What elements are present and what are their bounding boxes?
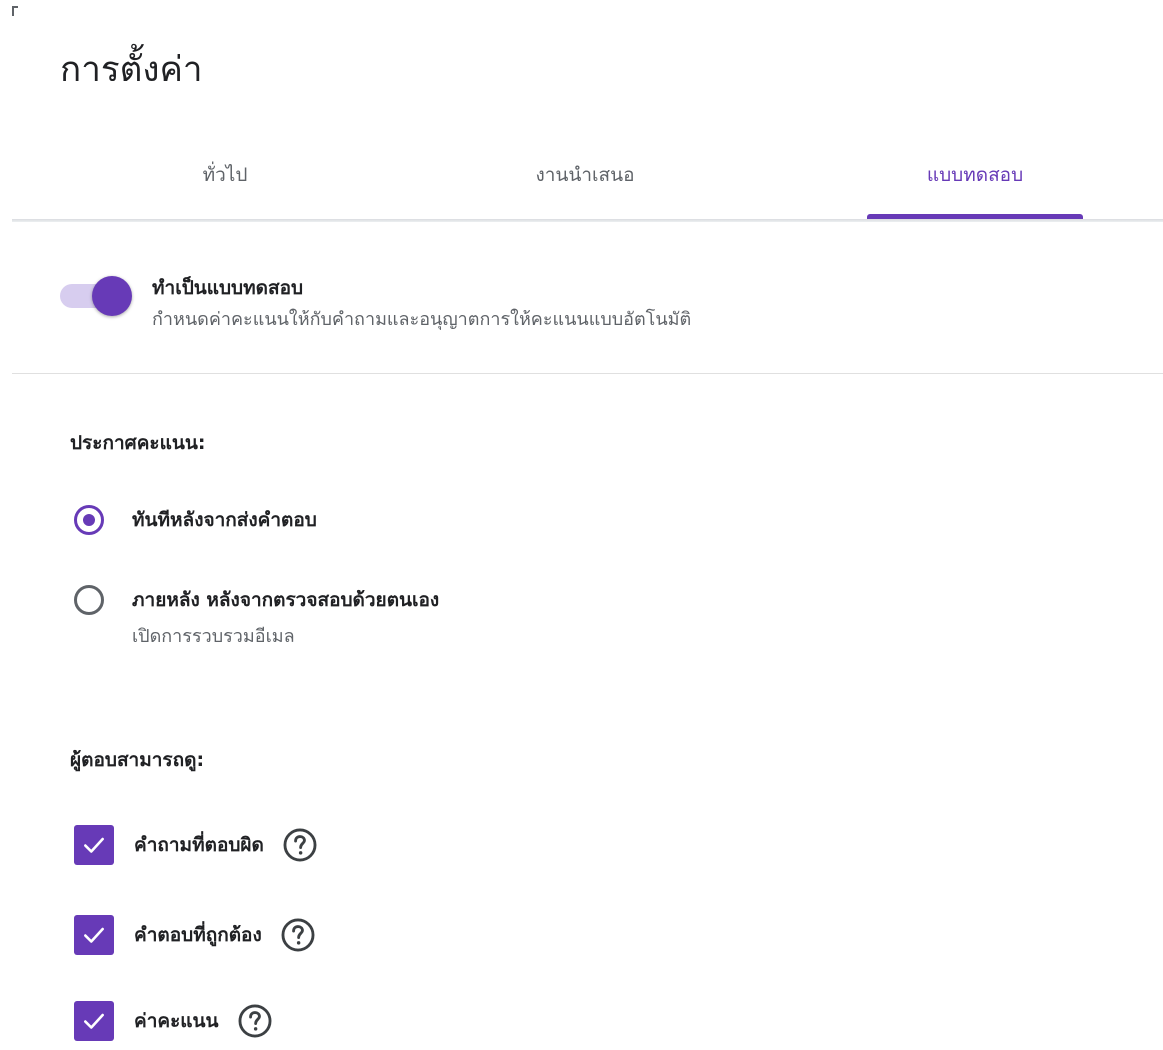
corner-mark [12,6,18,16]
correct-answers-checkbox[interactable] [74,915,114,955]
release-grade-title: ประกาศคะแนน: [70,432,206,454]
missed-questions-checkbox[interactable] [74,825,114,865]
tab-presentation[interactable]: งานนำเสนอ [420,142,750,220]
correct-answers-label: คำตอบที่ถูกต้อง [134,924,262,946]
check-icon [84,1013,104,1029]
make-quiz-description: กำหนดค่าคะแนนให้กับคำถามและอนุญาตการให้ค… [152,309,692,330]
check-icon [84,927,104,943]
point-values-label: ค่าคะแนน [134,1010,219,1032]
dialog-title: การตั้งค่า [60,50,203,90]
tab-quizzes-label: แบบทดสอบ [926,164,1024,186]
missed-questions-label: คำถามที่ตอบผิด [134,834,264,856]
check-icon [84,837,104,853]
help-circle-icon[interactable] [278,915,318,955]
quiz-toggle-text: ทำเป็นแบบทดสอบ กำหนดค่าคะแนนให้กับคำถามแ… [152,274,691,334]
tab-general-label: ทั่วไป [202,164,248,186]
tabs-divider [12,219,1163,222]
tab-general[interactable]: ทั่วไป [60,142,390,220]
toggle-thumb [92,276,132,316]
release-later-text: ภายหลัง หลังจากตรวจสอบด้วยตนเอง เปิดการร… [132,585,439,651]
point-values-option: ค่าคะแนน [74,1001,275,1041]
release-later-sublabel: เปิดการรวบรวมอีเมล [132,626,295,647]
release-later-label: ภายหลัง หลังจากตรวจสอบด้วยตนเอง [132,589,440,611]
release-immediately-label: ทันทีหลังจากส่งคำตอบ [132,509,317,531]
settings-dialog: การตั้งค่า ทั่วไป งานนำเสนอ แบบทดสอบ ทำเ… [0,0,1163,1050]
release-immediately-radio[interactable] [74,505,104,535]
make-quiz-toggle[interactable] [60,276,132,316]
help-circle-icon[interactable] [280,825,320,865]
make-quiz-label: ทำเป็นแบบทดสอบ [152,277,304,299]
correct-answers-option: คำตอบที่ถูกต้อง [74,915,318,955]
release-immediately-text: ทันทีหลังจากส่งคำตอบ [132,505,317,535]
help-circle-icon[interactable] [235,1001,275,1041]
tab-presentation-label: งานนำเสนอ [535,164,635,186]
missed-questions-option: คำถามที่ตอบผิด [74,825,320,865]
tab-quizzes[interactable]: แบบทดสอบ [867,142,1083,220]
release-later-radio[interactable] [74,585,104,615]
section-divider [12,373,1163,374]
respondent-can-see-title: ผู้ตอบสามารถดู: [70,749,205,771]
settings-tabs: ทั่วไป งานนำเสนอ แบบทดสอบ [12,142,1163,220]
point-values-checkbox[interactable] [74,1001,114,1041]
